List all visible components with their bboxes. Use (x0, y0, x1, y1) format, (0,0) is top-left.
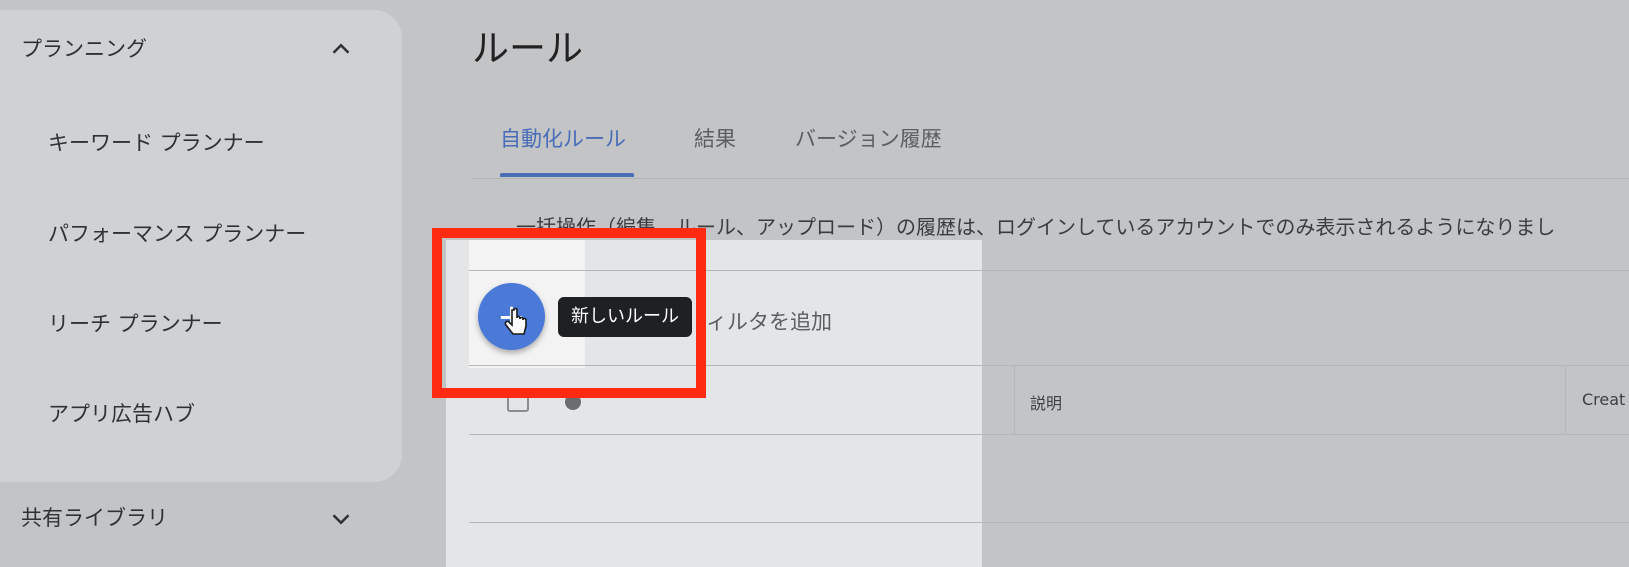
sidebar-item-reach-planner[interactable]: リーチ プランナー (48, 308, 223, 338)
chevron-up-icon[interactable] (326, 34, 356, 64)
chevron-down-icon[interactable] (326, 504, 356, 534)
add-filter-button[interactable]: ィルタを追加 (706, 306, 832, 336)
tab-version-history[interactable]: バージョン履歴 (795, 123, 942, 153)
tab-automated-rules[interactable]: 自動化ルール (500, 123, 626, 153)
column-header-created[interactable]: Creat (1582, 390, 1625, 409)
column-divider (1014, 365, 1015, 434)
shared-library-section-header[interactable]: 共有ライブラリ (21, 502, 168, 532)
sidebar-item-app-ad-hub[interactable]: アプリ広告ハブ (48, 398, 195, 428)
table-divider (469, 522, 1629, 523)
column-divider (1565, 365, 1566, 434)
active-tab-indicator (500, 173, 634, 177)
column-header-description[interactable]: 説明 (1030, 390, 1062, 414)
highlight-annotation-box (432, 228, 706, 398)
planning-section-header[interactable]: プランニング (21, 33, 147, 63)
table-divider (469, 434, 1629, 435)
page-title: ルール (472, 27, 583, 70)
tabs-divider (472, 178, 1629, 179)
tab-results[interactable]: 結果 (694, 123, 736, 153)
sidebar-item-performance-planner[interactable]: パフォーマンス プランナー (48, 218, 306, 248)
sidebar-item-keyword-planner[interactable]: キーワード プランナー (48, 127, 265, 157)
